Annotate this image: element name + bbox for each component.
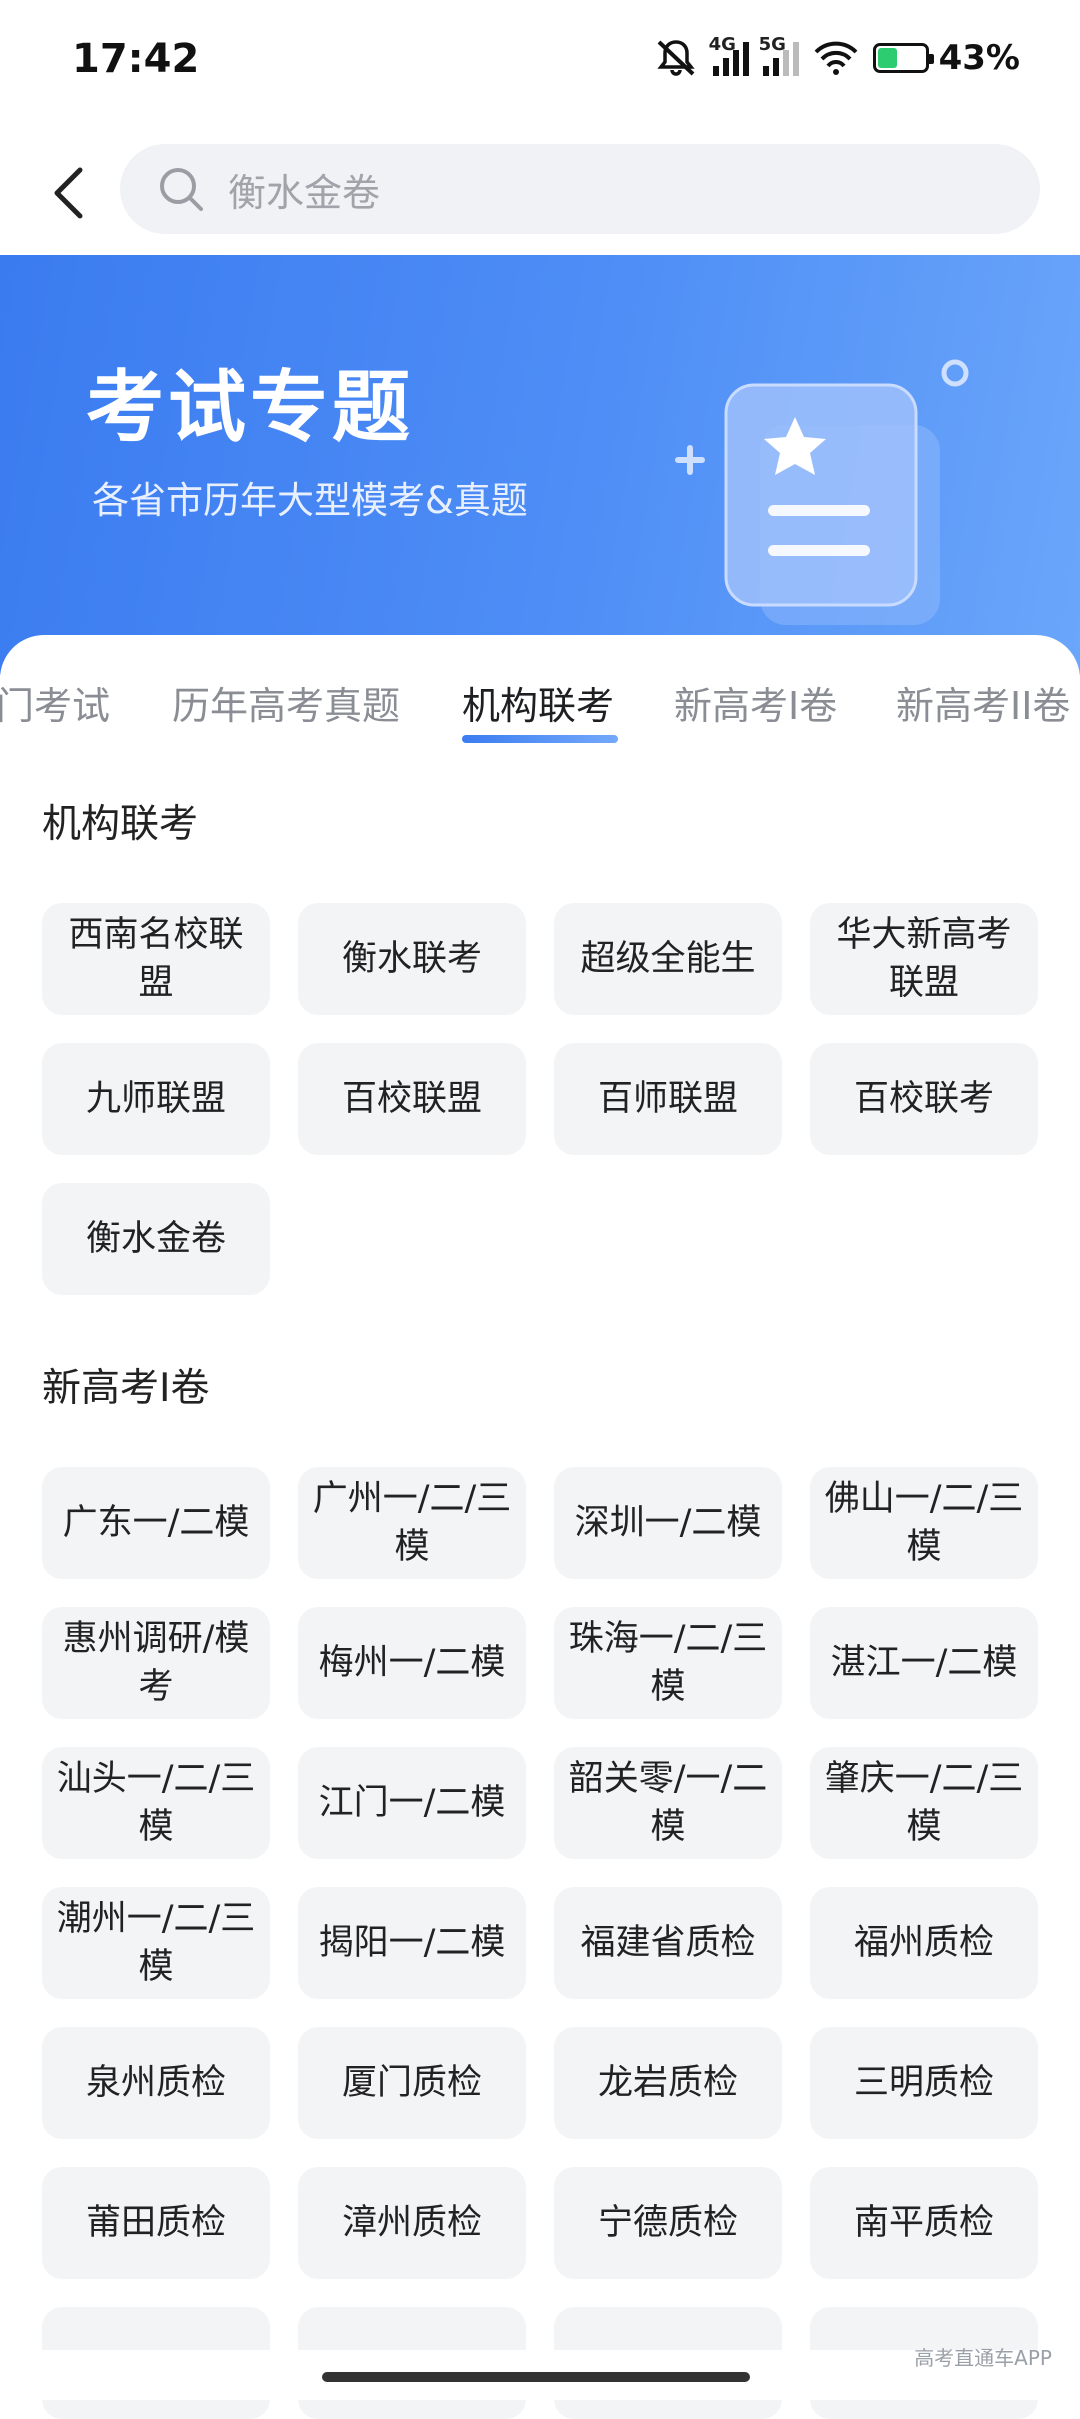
exam-chip[interactable]: 三明质检 xyxy=(810,2027,1038,2139)
exam-chip[interactable]: 百师联盟 xyxy=(554,1043,782,1155)
search-input[interactable]: 衡水金卷 xyxy=(120,144,1040,234)
exam-chip[interactable]: 江门一/二模 xyxy=(298,1747,526,1859)
exam-chip[interactable]: 厦门质检 xyxy=(298,2027,526,2139)
exam-chip[interactable]: 漳州质检 xyxy=(298,2167,526,2279)
exam-chip[interactable]: 肇庆一/二/三模 xyxy=(810,1747,1038,1859)
signal-5g-label: 5G xyxy=(758,34,786,55)
section-title: 机构联考 xyxy=(42,802,199,847)
exam-chip[interactable]: 南平质检 xyxy=(810,2167,1038,2279)
tab-institution-joint[interactable]: 机构联考 xyxy=(462,675,614,730)
exam-chip[interactable]: 深圳一/二模 xyxy=(554,1467,782,1579)
exam-chip[interactable]: 汕头一/二/三模 xyxy=(42,1747,270,1859)
status-icons: 4G 5G 43% xyxy=(653,34,1020,78)
exam-chip[interactable]: 佛山一/二/三模 xyxy=(810,1467,1038,1579)
exam-chip[interactable]: 韶关零/一/二模 xyxy=(554,1747,782,1859)
banner-title: 考试专题 xyxy=(86,363,415,453)
battery-icon xyxy=(872,43,934,73)
document-star-illustration xyxy=(675,359,969,625)
exam-chip[interactable]: 泉州质检 xyxy=(42,2027,270,2139)
wifi-icon xyxy=(814,41,858,75)
chevron-left-icon xyxy=(54,167,83,219)
exam-chip[interactable]: 惠州调研/模考 xyxy=(42,1607,270,1719)
search-icon xyxy=(160,168,203,211)
home-indicator[interactable] xyxy=(322,2372,750,2382)
signal-5g-icon: 5G xyxy=(759,34,799,76)
exam-grid-new-gaokao-1: 广东一/二模 广州一/二/三模 深圳一/二模 佛山一/二/三模 惠州调研/模考 … xyxy=(42,1467,1040,2419)
section-title: 新高考I卷 xyxy=(42,1366,210,1411)
exam-grid-institution: 西南名校联盟 衡水联考 超级全能生 华大新高考联盟 九师联盟 百校联盟 百师联盟… xyxy=(42,903,1040,1295)
exam-chip[interactable]: 西南名校联盟 xyxy=(42,903,270,1015)
exam-chip[interactable]: 华大新高考联盟 xyxy=(810,903,1038,1015)
exam-chip[interactable]: 广东一/二模 xyxy=(42,1467,270,1579)
banner-subtitle: 各省市历年大型模考&真题 xyxy=(92,479,528,522)
topic-banner: 考试专题 各省市历年大型模考&真题 xyxy=(0,255,1080,675)
mute-icon xyxy=(656,40,695,76)
status-time: 17:42 xyxy=(72,36,200,82)
active-tab-indicator xyxy=(462,735,618,743)
exam-chip[interactable]: 龙岩质检 xyxy=(554,2027,782,2139)
app-watermark: 高考直通车APP xyxy=(914,2346,1052,2370)
top-header: 衡水金卷 xyxy=(0,130,1080,255)
exam-chip[interactable]: 福建省质检 xyxy=(554,1887,782,1999)
status-bar: 17:42 4G 5G 43% xyxy=(0,0,1080,130)
exam-chip[interactable]: 百校联盟 xyxy=(298,1043,526,1155)
content-sheet: 门考试 历年高考真题 机构联考 新高考I卷 新高考II卷 机构联考 西南名校联盟… xyxy=(0,635,1080,2419)
exam-chip[interactable]: 超级全能生 xyxy=(554,903,782,1015)
exam-chip[interactable]: 百校联考 xyxy=(810,1043,1038,1155)
exam-chip[interactable]: 福州质检 xyxy=(810,1887,1038,1999)
exam-chip[interactable]: 九师联盟 xyxy=(42,1043,270,1155)
battery-indicator: 43% xyxy=(872,38,1020,78)
back-button[interactable] xyxy=(38,158,98,228)
signal-4g-icon: 4G xyxy=(709,34,749,76)
exam-chip[interactable]: 揭阳一/二模 xyxy=(298,1887,526,1999)
tab-new-gaokao-1[interactable]: 新高考I卷 xyxy=(674,675,837,730)
tab-new-gaokao-2[interactable]: 新高考II卷 xyxy=(896,675,1070,730)
battery-percent: 43% xyxy=(938,38,1020,78)
search-placeholder: 衡水金卷 xyxy=(228,170,381,215)
exam-chip[interactable]: 梅州一/二模 xyxy=(298,1607,526,1719)
tab-past-gaokao[interactable]: 历年高考真题 xyxy=(172,675,400,730)
exam-chip[interactable]: 衡水金卷 xyxy=(42,1183,270,1295)
exam-chip[interactable]: 衡水联考 xyxy=(298,903,526,1015)
exam-chip[interactable]: 莆田质检 xyxy=(42,2167,270,2279)
exam-chip[interactable]: 珠海一/二/三模 xyxy=(554,1607,782,1719)
exam-chip[interactable]: 宁德质检 xyxy=(554,2167,782,2279)
signal-4g-label: 4G xyxy=(708,34,736,55)
exam-chip[interactable]: 广州一/二/三模 xyxy=(298,1467,526,1579)
exam-chip[interactable]: 湛江一/二模 xyxy=(810,1607,1038,1719)
tab-hot-exams[interactable]: 门考试 xyxy=(0,675,110,730)
exam-chip[interactable]: 潮州一/二/三模 xyxy=(42,1887,270,1999)
